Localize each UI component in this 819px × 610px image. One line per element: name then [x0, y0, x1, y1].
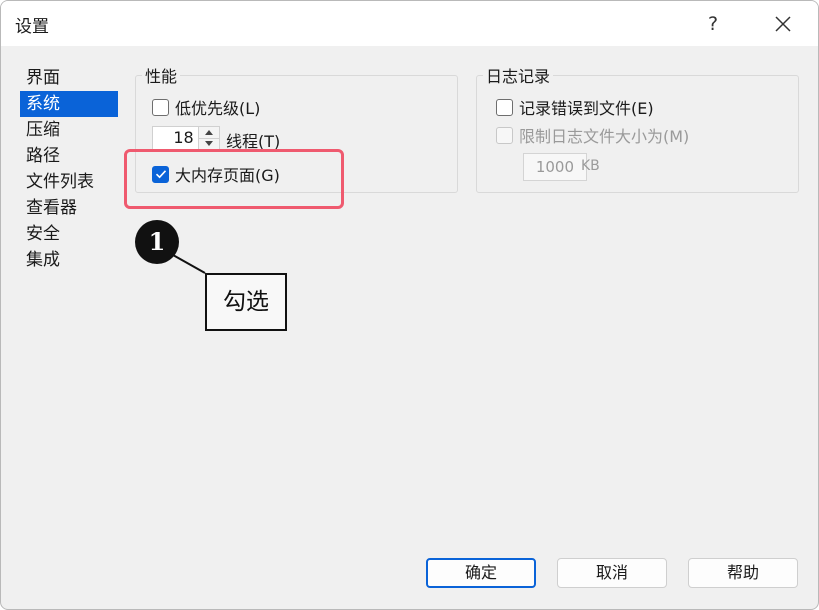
threads-value[interactable]: 18 [153, 127, 198, 149]
dialog-title: 设置 [15, 17, 49, 37]
nav-item-security[interactable]: 安全 [20, 221, 118, 247]
close-icon[interactable] [761, 9, 805, 39]
log-errors-checkbox[interactable]: 记录错误到文件(E) [496, 95, 654, 119]
log-size-unit: KB [581, 158, 600, 174]
help-button[interactable]: 帮助 [688, 558, 798, 588]
checkbox-box-disabled [496, 126, 513, 144]
nav-item-paths[interactable]: 路径 [20, 143, 118, 169]
annotation-callout: 勾选 [205, 273, 287, 331]
settings-nav: 界面 系统 压缩 路径 文件列表 查看器 安全 集成 [20, 65, 118, 273]
nav-item-viewer[interactable]: 查看器 [20, 195, 118, 221]
logging-group-title: 日志记录 [486, 67, 551, 86]
settings-dialog: 设置 ? 界面 系统 压缩 路径 文件列表 查看器 安全 集成 性能 低优先级(… [0, 0, 819, 610]
low-priority-checkbox[interactable]: 低优先级(L) [152, 95, 260, 119]
low-priority-label: 低优先级(L) [175, 99, 261, 118]
ok-button[interactable]: 确定 [426, 558, 536, 588]
help-icon[interactable]: ? [691, 9, 735, 39]
log-errors-label: 记录错误到文件(E) [519, 99, 654, 118]
stepper-down-arrow-icon[interactable] [198, 138, 219, 149]
nav-item-file-list[interactable]: 文件列表 [20, 169, 118, 195]
checkbox-box[interactable] [496, 98, 513, 116]
nav-item-interface[interactable]: 界面 [20, 65, 118, 91]
annotation-highlight-box [124, 149, 344, 209]
log-size-input: 1000 [523, 153, 587, 181]
annotation-step-number: 1 [135, 220, 179, 264]
title-bar: 设置 ? [1, 1, 818, 46]
stepper-buttons [197, 127, 219, 149]
stepper-up-arrow-icon[interactable] [198, 127, 219, 139]
limit-log-size-checkbox: 限制日志文件大小为(M) [496, 123, 689, 147]
checkbox-box[interactable] [152, 98, 169, 116]
nav-item-compression[interactable]: 压缩 [20, 117, 118, 143]
nav-item-system[interactable]: 系统 [20, 91, 118, 117]
nav-item-integration[interactable]: 集成 [20, 247, 118, 273]
performance-group-title: 性能 [145, 67, 178, 86]
limit-log-size-label: 限制日志文件大小为(M) [519, 127, 690, 146]
cancel-button[interactable]: 取消 [557, 558, 667, 588]
threads-stepper[interactable]: 18 [152, 126, 220, 150]
